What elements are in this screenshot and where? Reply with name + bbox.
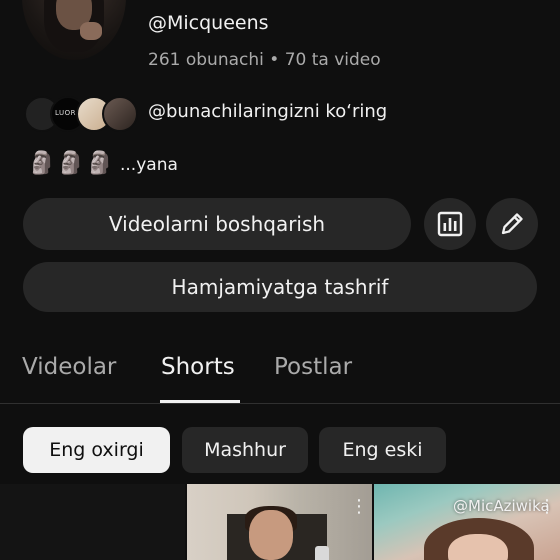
short-overlay-text: @MicAziwika — [453, 497, 550, 515]
manage-videos-label: Videolarni boshqarish — [108, 212, 326, 236]
see-subscribers-link[interactable]: @bunachilaringizni ko‘ring — [148, 101, 387, 122]
channel-avatar[interactable] — [22, 0, 126, 60]
channel-handle: @Micqueens — [148, 12, 269, 34]
analytics-button[interactable] — [424, 198, 476, 250]
subscriber-avatar — [102, 96, 138, 132]
analytics-bar-chart-icon — [437, 211, 463, 237]
tab-postlar[interactable]: Postlar — [274, 354, 352, 380]
visit-community-label: Hamjamiyatga tashrif — [171, 275, 389, 299]
short-thumbnail[interactable] — [187, 484, 372, 560]
moai-icon: 🗿 — [86, 151, 114, 176]
moai-icon: 🗿 — [57, 151, 85, 176]
manage-videos-button[interactable]: Videolarni boshqarish — [23, 198, 411, 250]
pencil-edit-icon — [501, 213, 523, 235]
filter-chip-label: Mashhur — [204, 439, 286, 461]
filter-chip-label: Eng oxirgi — [49, 439, 144, 461]
short-thumbnail[interactable] — [0, 484, 185, 560]
tab-shorts[interactable]: Shorts — [161, 354, 235, 380]
filter-chip-latest[interactable]: Eng oxirgi — [23, 427, 170, 473]
more-options-icon[interactable]: ⋮ — [350, 497, 368, 519]
edit-channel-button[interactable] — [486, 198, 538, 250]
description-more-link[interactable]: ...yana — [120, 155, 178, 175]
filter-chip-label: Eng eski — [342, 439, 423, 461]
filter-chip-oldest[interactable]: Eng eski — [319, 427, 446, 473]
channel-stats: 261 obunachi • 70 ta video — [148, 50, 381, 70]
visit-community-button[interactable]: Hamjamiyatga tashrif — [23, 262, 537, 312]
more-options-icon[interactable]: ⋮ — [538, 497, 556, 519]
filter-chip-popular[interactable]: Mashhur — [182, 427, 308, 473]
tab-videolar[interactable]: Videolar — [22, 354, 116, 380]
subscriber-avatars[interactable]: LUORKA — [24, 96, 140, 132]
tabs-divider — [0, 403, 560, 404]
moai-icon: 🗿 — [28, 151, 56, 176]
short-thumbnail[interactable] — [374, 484, 560, 560]
